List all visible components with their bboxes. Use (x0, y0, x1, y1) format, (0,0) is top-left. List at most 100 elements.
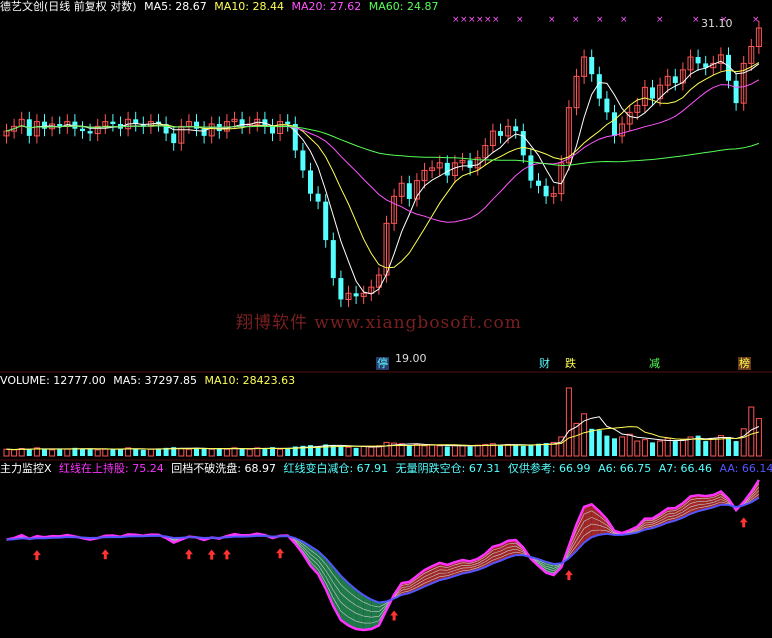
buy-arrow-icon (390, 610, 399, 621)
candle-body (285, 121, 291, 124)
low-price-label: 19.00 (395, 352, 427, 365)
volume-bar (178, 448, 185, 457)
ma60-value: MA60: 24.87 (368, 0, 439, 13)
volume-bar (133, 449, 139, 456)
ma5-line (6, 60, 760, 295)
volume-bar (650, 442, 655, 456)
signal-cross-icon: × (484, 15, 492, 25)
buy-arrow-icon (739, 517, 748, 528)
indicator-slow-line (6, 496, 760, 604)
indicator-l1: 红线在上持股: 75.24 (59, 462, 164, 475)
volume-bar (429, 444, 436, 457)
signal-cross-icon: × (476, 15, 484, 25)
volume-bar (147, 448, 154, 457)
buy-arrow-icon (276, 548, 285, 559)
indicator-inner-line (6, 493, 760, 608)
signal-cross-icon: × (620, 15, 628, 25)
volume-bar (612, 438, 617, 456)
volume-bar (383, 441, 390, 457)
volume-bar (3, 448, 10, 457)
volume-bar (353, 447, 359, 456)
signal-cross-icon: × (452, 15, 460, 25)
volume-bar (80, 448, 85, 456)
volume-bar (140, 449, 146, 456)
volume-bar (156, 448, 161, 456)
candle-body (87, 131, 93, 134)
stock-title[interactable]: 德艺文创(日线 前复权 对数) (0, 0, 137, 13)
volume-bar (368, 446, 375, 457)
volume-bar (513, 445, 519, 456)
volume-bar (421, 445, 428, 457)
volume-bar (102, 448, 109, 457)
volume-bar (740, 428, 747, 457)
event-tag-ting[interactable]: 停 (376, 357, 389, 370)
volume-bar (467, 446, 473, 456)
event-tag-jian[interactable]: 减 (648, 357, 661, 370)
candle-body (612, 112, 617, 136)
event-tag-bang[interactable]: 榜 (738, 357, 751, 370)
volume-bar (634, 440, 641, 457)
volume-bar (216, 448, 222, 456)
volume-bar (406, 445, 412, 456)
candle-body (528, 155, 534, 181)
high-price-label: 31.10 (701, 17, 733, 30)
event-tag-die[interactable]: 跌 (564, 357, 577, 370)
indicator-name[interactable]: 主力监控X (0, 462, 52, 475)
volume-bar (459, 445, 466, 457)
event-tag-cai[interactable]: 财 (538, 357, 551, 370)
volume-bar (604, 435, 610, 456)
volume-bar (277, 448, 284, 457)
candle-body (338, 278, 344, 300)
volume-bar (672, 441, 678, 456)
indicator-l4: 无量阴跌空仓: 67.31 (395, 462, 501, 475)
candle-body (604, 98, 610, 113)
volume-bar (657, 440, 664, 457)
volume-ma5-line (6, 416, 760, 451)
candle-body (589, 57, 595, 75)
ma5-value: MA5: 28.67 (144, 0, 207, 13)
volume-bar (596, 430, 602, 456)
candle-body (733, 80, 739, 104)
indicator-l5: 仅供参考: 66.99 (507, 462, 591, 475)
candle-body (353, 293, 359, 297)
volume-bar (285, 448, 291, 456)
signal-cross-icon: × (572, 15, 580, 25)
volume-bar (619, 436, 626, 457)
volume-bar (208, 448, 215, 457)
candle-body (543, 185, 549, 197)
volume-bar (626, 433, 633, 457)
volume-bar (262, 448, 268, 456)
candle-body (171, 133, 177, 144)
candle-body (672, 76, 678, 83)
volume-ma10-value: MA10: 28423.63 (204, 374, 296, 387)
buy-arrow-icon (222, 549, 231, 560)
signal-cross-icon: × (596, 15, 604, 25)
candle-body (498, 131, 503, 136)
buy-arrow-icon (564, 570, 573, 581)
watermark-text: 翔博软件 www.xiangbosoft.com (236, 313, 522, 333)
ma10-line (6, 62, 760, 269)
candle-body (444, 162, 450, 176)
candle-body (467, 160, 473, 168)
signal-cross-icon: × (492, 15, 500, 25)
volume-bar (520, 445, 526, 456)
volume-bar (64, 448, 71, 457)
volume-bar (246, 448, 253, 457)
volume-bar (49, 449, 56, 457)
price-panel-header: 德艺文创(日线 前复权 对数) MA5: 28.67 MA10: 28.44 M… (0, 0, 442, 14)
volume-bar (110, 448, 116, 456)
volume-bar (589, 428, 595, 456)
volume-bar (87, 449, 93, 456)
volume-bar (11, 449, 18, 457)
volume-bar (57, 448, 63, 456)
candle-body (520, 131, 526, 156)
candle-body (315, 193, 321, 202)
volume-bar (338, 445, 344, 456)
indicator-a6: A6: 66.75 (598, 462, 652, 475)
volume-bar (223, 448, 230, 457)
candle-body (596, 74, 602, 99)
candle-body (513, 126, 519, 132)
volume-bar (733, 441, 739, 456)
candle-body (308, 170, 313, 194)
volume-bar (201, 448, 207, 456)
